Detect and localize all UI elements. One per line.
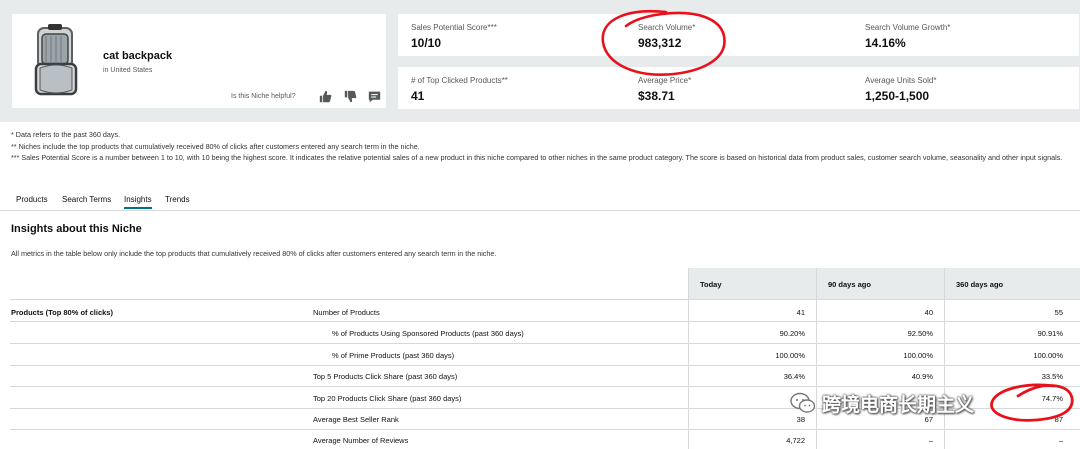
- niche-title: cat backpack: [103, 50, 173, 62]
- metric-card-top-clicked-products: # of Top Clicked Products** 41: [398, 67, 625, 109]
- cell-90-days: –: [928, 436, 933, 445]
- wechat-icon: [790, 392, 816, 413]
- row-metric-name: Average Best Seller Rank: [313, 415, 399, 424]
- column-header-today: Today: [700, 280, 722, 289]
- niche-marketplace: in United States: [103, 67, 153, 74]
- row-metric-name: % of Products Using Sponsored Products (…: [332, 329, 524, 338]
- section-title: Insights about this Niche: [11, 223, 142, 235]
- row-group-label: Products (Top 80% of clicks): [11, 308, 113, 317]
- niche-card: cat backpack in United States Is this Ni…: [12, 14, 386, 108]
- tab-trends[interactable]: Trends: [165, 195, 190, 204]
- comment-icon[interactable]: [368, 90, 381, 103]
- niche-summary-panel: cat backpack in United States Is this Ni…: [0, 0, 1080, 122]
- metric-value: $38.71: [638, 89, 675, 103]
- metric-value: 14.16%: [865, 36, 906, 50]
- row-divider: [10, 343, 1080, 344]
- metric-card-average-units-sold: Average Units Sold* 1,250-1,500: [852, 67, 1079, 109]
- cell-today: 38: [796, 415, 805, 424]
- metric-value: 10/10: [411, 36, 442, 50]
- metric-label: Sales Potential Score***: [411, 23, 497, 32]
- row-metric-name: Top 5 Products Click Share (past 360 day…: [313, 372, 458, 381]
- table-header-bg: [688, 268, 1080, 299]
- helpful-prompt: Is this Niche helpful?: [231, 93, 296, 100]
- metric-value: 41: [411, 89, 425, 103]
- cell-today: 90.20%: [779, 329, 805, 338]
- row-metric-name: Average Number of Reviews: [313, 436, 409, 445]
- row-metric-name: Top 20 Products Click Share (past 360 da…: [313, 394, 462, 403]
- watermark: 跨境电商长期主义: [790, 388, 974, 418]
- metric-label: # of Top Clicked Products**: [411, 76, 508, 85]
- thumbs-down-icon[interactable]: [344, 90, 357, 103]
- footnote: * Data refers to the past 360 days.: [11, 130, 121, 139]
- cell-90-days: 92.50%: [907, 329, 933, 338]
- product-image: [34, 24, 78, 96]
- tab-search-terms[interactable]: Search Terms: [62, 195, 111, 204]
- thumbs-up-icon[interactable]: [319, 90, 332, 103]
- row-divider: [10, 365, 1080, 366]
- metric-value: 1,250-1,500: [865, 89, 930, 103]
- row-divider: [10, 386, 1080, 387]
- row-divider: [10, 321, 1080, 322]
- row-divider: [10, 429, 1080, 430]
- cell-360-days: 90.91%: [1037, 329, 1063, 338]
- cell-360-days: 33.5%: [1041, 372, 1063, 381]
- metric-card-search-volume: Search Volume* 983,312: [625, 14, 852, 56]
- tab-products[interactable]: Products: [16, 195, 48, 204]
- row-divider: [10, 299, 1080, 300]
- metric-label: Search Volume*: [638, 23, 696, 32]
- cell-today: 36.4%: [783, 372, 805, 381]
- cell-today: 4,722: [786, 436, 805, 445]
- cell-360-days: 100.00%: [1033, 351, 1063, 360]
- metric-label: Search Volume Growth*: [865, 23, 951, 32]
- footnote: ** Niches include the top products that …: [11, 141, 420, 151]
- tab-divider: [0, 210, 1080, 211]
- row-metric-name: Number of Products: [313, 308, 380, 317]
- cell-360-days: 55: [1054, 308, 1063, 317]
- metric-label: Average Units Sold*: [865, 76, 937, 85]
- cell-90-days: 40: [924, 308, 933, 317]
- cell-today: 100.00%: [775, 351, 805, 360]
- metric-card-sales-potential: Sales Potential Score*** 10/10: [398, 14, 625, 56]
- metric-value: 983,312: [638, 36, 682, 50]
- metric-card-average-price: Average Price* $38.71: [625, 67, 852, 109]
- watermark-text: 跨境电商长期主义: [822, 393, 975, 416]
- column-header-90-days: 90 days ago: [828, 280, 871, 289]
- section-description: All metrics in the table below only incl…: [11, 249, 497, 258]
- cell-today: 41: [796, 308, 805, 317]
- column-header-360-days: 360 days ago: [956, 280, 1004, 289]
- cell-90-days: 40.9%: [911, 372, 933, 381]
- cell-360-days: –: [1058, 436, 1063, 445]
- cell-90-days: 100.00%: [903, 351, 933, 360]
- footnotes: * Data refers to the past 360 days. ** N…: [11, 129, 1071, 164]
- row-metric-name: % of Prime Products (past 360 days): [332, 351, 455, 360]
- tab-insights[interactable]: Insights: [124, 195, 152, 209]
- metric-label: Average Price*: [638, 76, 692, 85]
- footnote: *** Sales Potential Score is a number be…: [11, 153, 1063, 162]
- metric-card-search-volume-growth: Search Volume Growth* 14.16%: [852, 14, 1079, 56]
